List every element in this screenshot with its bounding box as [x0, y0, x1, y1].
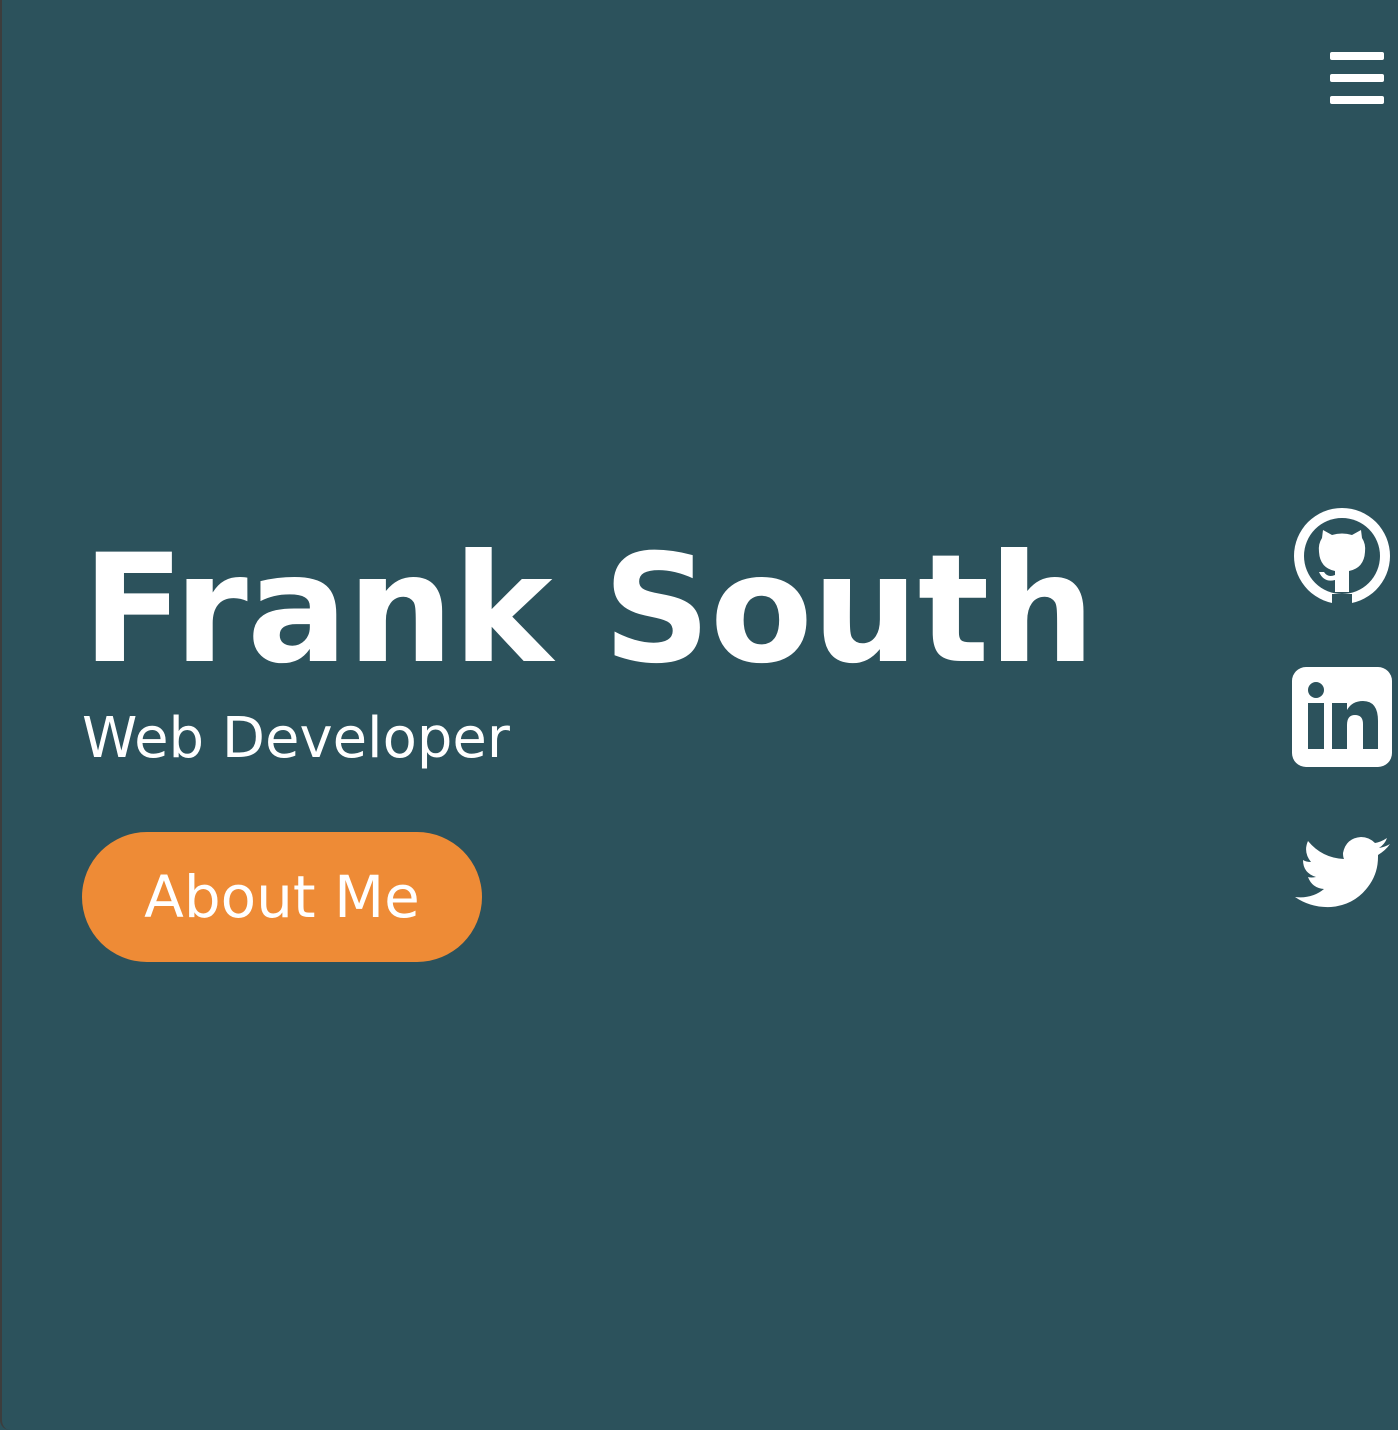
twitter-icon [1295, 837, 1390, 908]
hero-role: Web Developer [82, 706, 510, 771]
menu-bar-top [1330, 52, 1384, 60]
menu-bar-bottom [1330, 96, 1384, 104]
about-me-button[interactable]: About Me [82, 832, 482, 962]
hamburger-menu-icon[interactable] [1330, 52, 1384, 104]
hero-section: Frank South Web Developer [82, 520, 1095, 772]
twitter-link[interactable] [1292, 832, 1392, 932]
github-link[interactable] [1292, 506, 1392, 606]
github-icon [1294, 508, 1390, 606]
menu-bar-middle [1330, 74, 1384, 82]
linkedin-icon [1292, 667, 1392, 767]
hero-name: Frank South [82, 523, 1095, 697]
page: Frank South Web Developer About Me [0, 0, 1398, 1430]
linkedin-link[interactable] [1292, 667, 1392, 767]
